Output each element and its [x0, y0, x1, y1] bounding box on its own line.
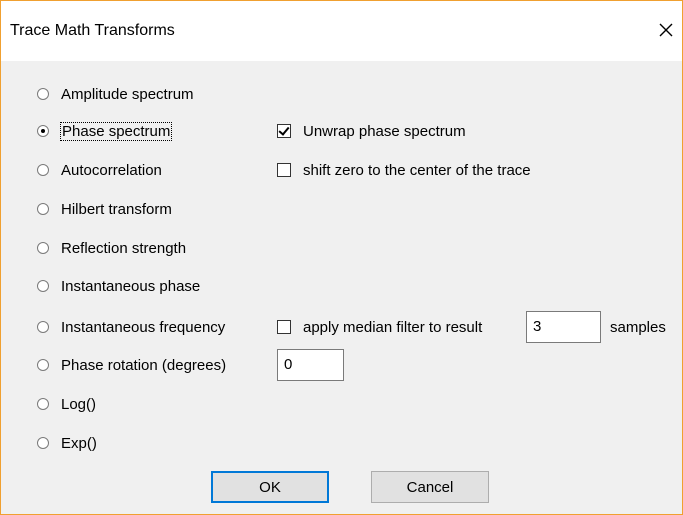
- cancel-button[interactable]: Cancel: [371, 471, 489, 503]
- radio-button[interactable]: [37, 88, 49, 100]
- option-instantaneous-frequency[interactable]: Instantaneous frequency: [37, 316, 225, 338]
- phase-rotation-input[interactable]: 0: [277, 349, 344, 381]
- radio-button[interactable]: [37, 437, 49, 449]
- option-phase-rotation[interactable]: Phase rotation (degrees): [37, 354, 226, 376]
- radio-button[interactable]: [37, 321, 49, 333]
- checkbox-label: shift zero to the center of the trace: [303, 161, 531, 179]
- option-label: Exp(): [61, 434, 97, 452]
- option-label: Amplitude spectrum: [61, 85, 194, 103]
- radio-button-selected[interactable]: [37, 125, 49, 137]
- median-filter-checkbox-row[interactable]: apply median filter to result: [277, 316, 482, 338]
- option-hilbert-transform[interactable]: Hilbert transform: [37, 198, 172, 220]
- unwrap-phase-checkbox[interactable]: [277, 124, 291, 138]
- option-log[interactable]: Log(): [37, 393, 96, 415]
- option-autocorrelation[interactable]: Autocorrelation: [37, 159, 162, 181]
- dialog-title: Trace Math Transforms: [10, 22, 175, 39]
- radio-button[interactable]: [37, 398, 49, 410]
- radio-button[interactable]: [37, 203, 49, 215]
- unwrap-phase-checkbox-row[interactable]: Unwrap phase spectrum: [277, 120, 466, 142]
- checkbox-label: apply median filter to result: [303, 318, 483, 336]
- shift-zero-checkbox[interactable]: [277, 163, 291, 177]
- samples-label: samples: [610, 319, 666, 336]
- shift-zero-checkbox-row[interactable]: shift zero to the center of the trace: [277, 159, 531, 181]
- option-label: Phase spectrum: [59, 121, 173, 141]
- option-label: Instantaneous frequency: [61, 318, 226, 336]
- option-label: Phase rotation (degrees): [61, 356, 227, 374]
- ok-button[interactable]: OK: [211, 471, 329, 503]
- option-exp[interactable]: Exp(): [37, 432, 97, 454]
- option-label: Instantaneous phase: [61, 277, 201, 295]
- option-instantaneous-phase[interactable]: Instantaneous phase: [37, 275, 200, 297]
- close-icon[interactable]: [655, 19, 677, 41]
- median-samples-input[interactable]: 3: [526, 311, 601, 343]
- radio-button[interactable]: [37, 242, 49, 254]
- option-label: Hilbert transform: [61, 200, 172, 218]
- option-amplitude-spectrum[interactable]: Amplitude spectrum: [37, 83, 194, 105]
- option-label: Autocorrelation: [61, 161, 162, 179]
- option-reflection-strength[interactable]: Reflection strength: [37, 237, 186, 259]
- median-filter-checkbox[interactable]: [277, 320, 291, 334]
- checkbox-label: Unwrap phase spectrum: [303, 122, 466, 140]
- option-label: Log(): [61, 395, 97, 413]
- option-label: Reflection strength: [61, 239, 187, 257]
- title-bar: Trace Math Transforms: [1, 1, 682, 61]
- radio-button[interactable]: [37, 280, 49, 292]
- option-phase-spectrum[interactable]: Phase spectrum: [37, 120, 173, 142]
- trace-math-dialog: Trace Math Transforms Amplitude spectrum…: [0, 0, 683, 515]
- radio-button[interactable]: [37, 164, 49, 176]
- radio-button[interactable]: [37, 359, 49, 371]
